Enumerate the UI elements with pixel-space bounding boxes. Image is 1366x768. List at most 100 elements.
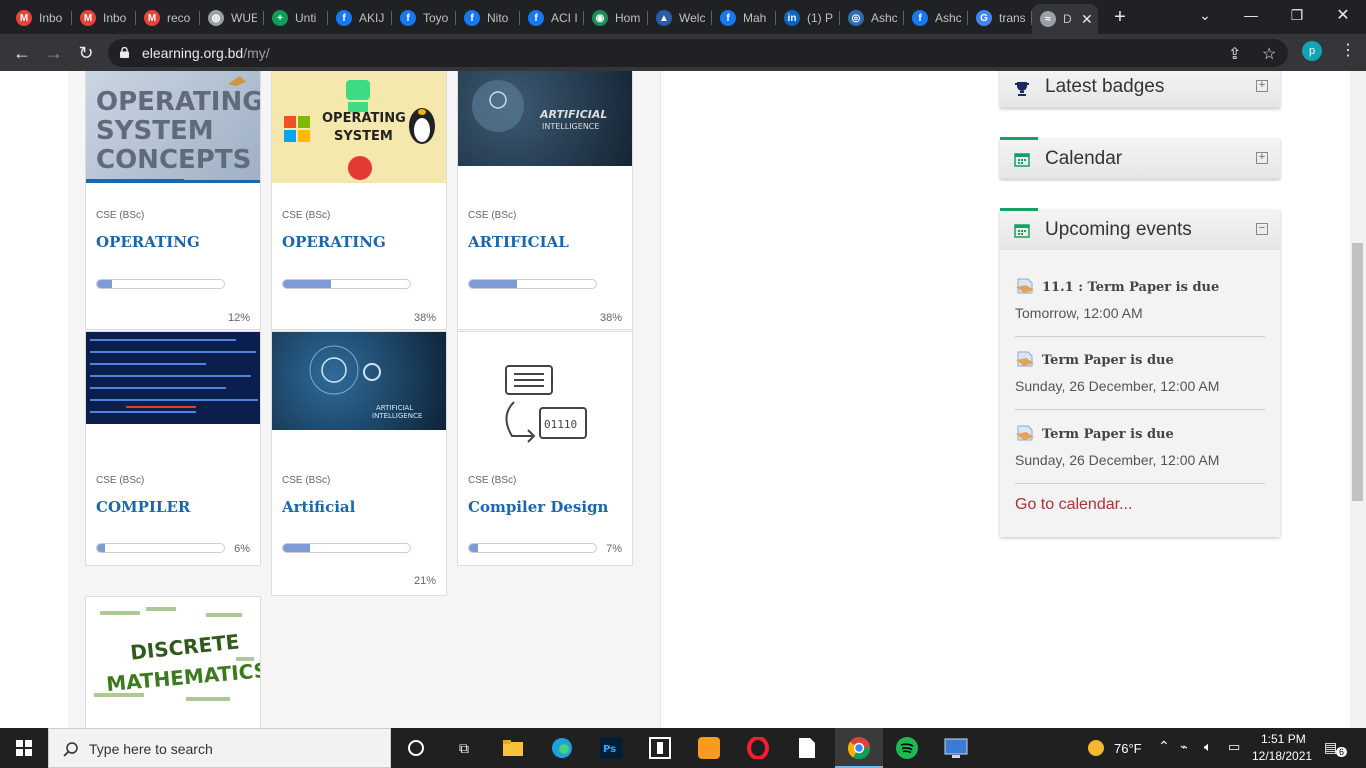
- browser-menu-icon[interactable]: ⋮: [1340, 40, 1356, 60]
- forward-icon[interactable]: →: [40, 39, 68, 67]
- tab-search-icon[interactable]: ⌄: [1182, 0, 1228, 30]
- course-category: CSE (BSc): [96, 210, 145, 221]
- bookmark-star-icon[interactable]: ☆: [1262, 44, 1276, 64]
- edge-icon[interactable]: [548, 734, 576, 762]
- browser-tab[interactable]: ≈ D ✕: [1032, 4, 1098, 34]
- tab-label: Unti: [295, 11, 317, 25]
- close-tab-icon[interactable]: ✕: [1081, 11, 1093, 28]
- go-to-calendar-link[interactable]: Go to calendar...: [1015, 496, 1132, 514]
- event-name[interactable]: 11.1 : Term Paper is due: [1042, 280, 1219, 295]
- clock-date[interactable]: 12/18/2021: [1252, 749, 1312, 763]
- browser-tab[interactable]: Mreco: [136, 4, 200, 32]
- windows-start-icon[interactable]: [0, 728, 48, 768]
- course-title[interactable]: OPERATING SYSTEM II - LAB: [96, 230, 246, 256]
- course-progress-percent: 38%: [599, 312, 622, 324]
- course-title[interactable]: Artificial Intelligence & Expert System: [282, 495, 432, 521]
- file-explorer-icon[interactable]: [499, 734, 527, 762]
- battery-icon[interactable]: ▭: [1228, 739, 1240, 755]
- photoshop-icon[interactable]: Ps: [597, 734, 625, 762]
- course-card[interactable]: 01110 CSE (BSc) Compiler Design Lab 7%: [457, 331, 633, 566]
- browser-tab[interactable]: f Mah: [712, 4, 776, 32]
- clock-time[interactable]: 1:51 PM: [1261, 732, 1306, 746]
- chrome-icon[interactable]: [845, 734, 873, 762]
- latest-badges-title: Latest badges: [1045, 76, 1165, 97]
- back-icon[interactable]: ←: [8, 39, 36, 67]
- lock-icon: [120, 47, 129, 58]
- browser-tab[interactable]: Gtrans: [968, 4, 1032, 32]
- course-title[interactable]: OPERATING SYSTEM - II: [282, 230, 432, 256]
- restore-icon[interactable]: ❐: [1274, 0, 1320, 30]
- os-concepts-line3: CONCEPTS: [96, 145, 251, 175]
- course-card[interactable]: DISCRETE MATHEMATICS: [85, 596, 261, 728]
- os-text-line2: SYSTEM: [334, 129, 393, 144]
- block-accent: [1000, 137, 1038, 140]
- course-category: CSE (BSc): [468, 210, 517, 221]
- browser-tab[interactable]: in (1) P: [776, 4, 840, 32]
- uc-browser-icon[interactable]: [695, 734, 723, 762]
- expand-icon[interactable]: +: [1256, 152, 1268, 164]
- course-title[interactable]: Compiler Design Lab: [468, 495, 618, 521]
- facebook-icon: f: [528, 10, 544, 26]
- course-card[interactable]: OPERATING SYSTEM CSE (BSc) OPERATING SYS…: [271, 71, 447, 330]
- latest-badges-header[interactable]: Latest badges +: [1000, 71, 1280, 108]
- browser-tab[interactable]: ◍ WUE: [200, 4, 264, 32]
- taskbar-search-box[interactable]: Type here to search: [48, 728, 391, 768]
- share-icon[interactable]: ⇪: [1228, 44, 1241, 64]
- browser-tab[interactable]: ◉ Hom: [584, 4, 648, 32]
- browser-tab[interactable]: ▲ Welc: [648, 4, 712, 32]
- cortana-icon[interactable]: [402, 734, 430, 762]
- opera-icon[interactable]: [744, 734, 772, 762]
- spotify-icon[interactable]: [893, 734, 921, 762]
- scrollbar-thumb[interactable]: [1352, 243, 1363, 501]
- reload-icon[interactable]: ↻: [72, 39, 100, 67]
- browser-tab[interactable]: f Nito: [456, 4, 520, 32]
- app-icon[interactable]: [646, 734, 674, 762]
- event-name[interactable]: Term Paper is due: [1042, 353, 1174, 368]
- compiler-lab-image: 01110: [458, 332, 632, 452]
- course-category: CSE (BSc): [282, 475, 331, 486]
- search-placeholder: Type here to search: [89, 741, 213, 757]
- event-divider: [1015, 483, 1265, 484]
- show-hidden-icons[interactable]: ⌃: [1158, 738, 1170, 755]
- calendar-block: Calendar +: [1000, 137, 1280, 179]
- task-view-icon[interactable]: ⧉: [450, 734, 478, 762]
- course-progress-bar: [468, 279, 597, 289]
- volume-icon[interactable]: 🔈︎: [1204, 739, 1212, 755]
- upcoming-events-block: Upcoming events − 11.1 : Term Paper is d…: [1000, 208, 1280, 537]
- close-window-icon[interactable]: ✕: [1320, 0, 1366, 30]
- course-overview-panel: OPERATING SYSTEM CONCEPTS CSE (BSc) OPER…: [68, 71, 661, 728]
- course-title[interactable]: ARTIFICIAL INTELLIGENCE & EXPERT SYSTEM: [468, 230, 618, 256]
- remote-desktop-icon[interactable]: [942, 734, 970, 762]
- profile-avatar[interactable]: p: [1302, 41, 1322, 61]
- weather-icon[interactable]: [1082, 734, 1110, 762]
- expand-icon[interactable]: +: [1256, 80, 1268, 92]
- course-card[interactable]: OPERATING SYSTEM CONCEPTS CSE (BSc) OPER…: [85, 71, 261, 330]
- course-card[interactable]: ARTIFICIAL INTELLIGENCE CSE (BSc) Artifi…: [271, 331, 447, 596]
- upcoming-events-header[interactable]: Upcoming events −: [1000, 208, 1280, 250]
- weather-temp[interactable]: 76°F: [1114, 741, 1142, 756]
- course-card[interactable]: CSE (BSc) COMPILER DESIGN 6%: [85, 331, 261, 566]
- network-icon[interactable]: ⌁: [1180, 739, 1188, 755]
- browser-tab[interactable]: ◎ Ashc: [840, 4, 904, 32]
- browser-tab[interactable]: M Inbo: [8, 4, 72, 32]
- browser-tab[interactable]: + Unti: [264, 4, 328, 32]
- collapse-icon[interactable]: −: [1256, 223, 1268, 235]
- document-icon[interactable]: [793, 734, 821, 762]
- browser-tab[interactable]: f Toyo: [392, 4, 456, 32]
- browser-tab[interactable]: f ACI I: [520, 4, 584, 32]
- tab-label: (1) P: [807, 11, 833, 25]
- minimize-icon[interactable]: —: [1228, 0, 1274, 30]
- course-title[interactable]: COMPILER DESIGN: [96, 495, 246, 521]
- tab-label: Inbo: [103, 11, 127, 25]
- event-name[interactable]: Term Paper is due: [1042, 427, 1174, 442]
- os-concepts-line1: OPERATING: [96, 87, 260, 117]
- browser-tab[interactable]: f Ashc: [904, 4, 968, 32]
- calendar-header[interactable]: Calendar +: [1000, 137, 1280, 179]
- new-tab-button[interactable]: +: [1108, 6, 1132, 30]
- address-bar[interactable]: elearning.org.bd/my/ ⇪ ☆: [108, 39, 1288, 67]
- course-card[interactable]: ARTIFICIAL INTELLIGENCE CSE (BSc) ARTIFI…: [457, 71, 633, 330]
- browser-tab[interactable]: f AKIJ: [328, 4, 392, 32]
- course-progress-bar: [282, 543, 411, 553]
- page-scrollbar[interactable]: [1350, 71, 1366, 728]
- browser-tab[interactable]: M Inbo: [72, 4, 136, 32]
